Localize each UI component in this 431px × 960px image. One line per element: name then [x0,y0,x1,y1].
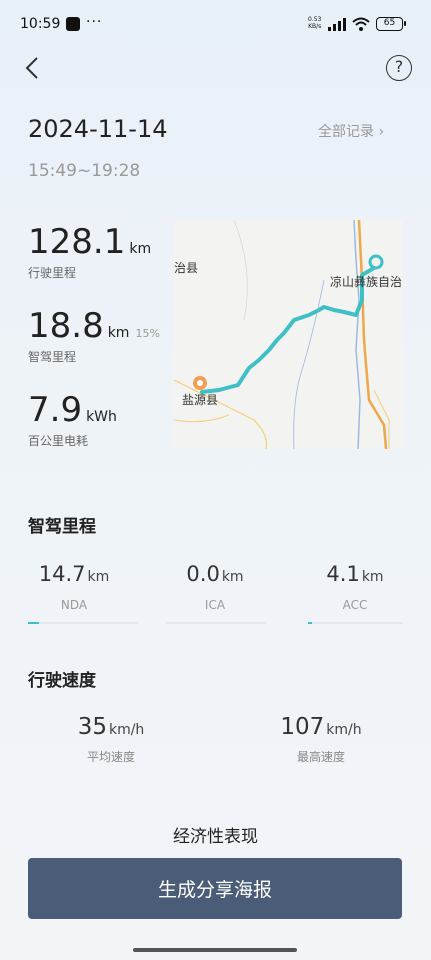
smart-percent: 15% [135,327,160,340]
acc-label: ACC [342,598,368,612]
end-marker-icon [368,254,384,270]
economy-title: 经济性表现 [173,827,258,847]
avg-speed-unit: km/h [108,722,145,738]
network-speed-value: 0.53 [308,16,322,23]
route-map[interactable]: 治县 凉山彝族自治 盐源县 [174,220,403,449]
wifi-icon [352,17,370,31]
question-icon[interactable]: ? [386,55,412,81]
battery-icon: 65 [376,17,406,31]
status-time: 10:59 [20,16,61,32]
avg-speed-value: 35 [77,714,107,740]
energy-value: 7.9 [28,390,83,430]
energy-unit: kWh [86,409,117,425]
nda-stat: 14.7 km NDA [14,562,134,612]
network-speed: 0.53 KB/s [308,16,321,30]
acc-progress-fill [308,622,312,624]
smart-unit: km [107,325,130,341]
avg-speed-label: 平均速度 [86,750,135,764]
acc-unit: km [361,569,384,585]
share-poster-button[interactable]: 生成分享海报 [28,858,402,919]
tiktok-icon [66,17,80,31]
ica-stat: 0.0 km ICA [155,562,275,612]
nda-progress-track [28,622,138,624]
ica-label: ICA [204,598,226,612]
nda-value: 14.7 [38,562,86,586]
nda-label: NDA [60,598,88,612]
distance-stat: 128.1 km 行驶里程 [28,222,151,281]
avg-speed-stat: 35 km/h 平均速度 [36,714,186,765]
speed-title: 行驶速度 [28,671,96,691]
map-label-start: 盐源县 [182,393,218,407]
ica-progress-track [166,622,266,624]
acc-progress-track [308,622,403,624]
acc-value: 4.1 [326,562,360,586]
acc-stat: 4.1 km ACC [295,562,415,612]
distance-unit: km [129,241,152,257]
nda-unit: km [87,569,110,585]
status-bar: 10:59 ··· 0.53 KB/s 65 [0,0,431,50]
route-map-canvas: 治县 凉山彝族自治 盐源县 [174,220,402,449]
nda-progress-fill [28,622,39,624]
max-speed-label: 最高速度 [296,750,345,764]
map-label-top-right: 凉山彝族自治 [330,274,402,289]
ica-value: 0.0 [186,562,220,586]
smart-driving-title: 智驾里程 [28,517,96,537]
smart-stat: 18.8 km 15% 智驾里程 [28,306,160,365]
smart-value: 18.8 [28,306,104,346]
map-label-top-left: 治县 [174,261,198,275]
max-speed-stat: 107 km/h 最高速度 [246,714,396,765]
max-speed-unit: km/h [326,722,362,738]
trip-date: 2024-11-14 [28,115,168,143]
network-speed-unit: KB/s [308,23,322,30]
energy-stat: 7.9 kWh 百公里电耗 [28,390,117,449]
more-notifications-icon: ··· [86,14,103,30]
home-indicator[interactable] [133,948,297,952]
trip-time-range: 15:49~19:28 [28,161,141,181]
max-speed-value: 107 [280,714,325,740]
distance-label: 行驶里程 [28,266,77,280]
ica-unit: km [221,569,244,585]
chevron-left-icon[interactable] [22,56,46,80]
smart-label: 智驾里程 [28,350,77,364]
energy-label: 百公里电耗 [28,434,89,448]
all-records-link[interactable]: 全部记录 › [318,121,384,141]
signal-icon [328,18,346,31]
distance-value: 128.1 [28,222,126,262]
